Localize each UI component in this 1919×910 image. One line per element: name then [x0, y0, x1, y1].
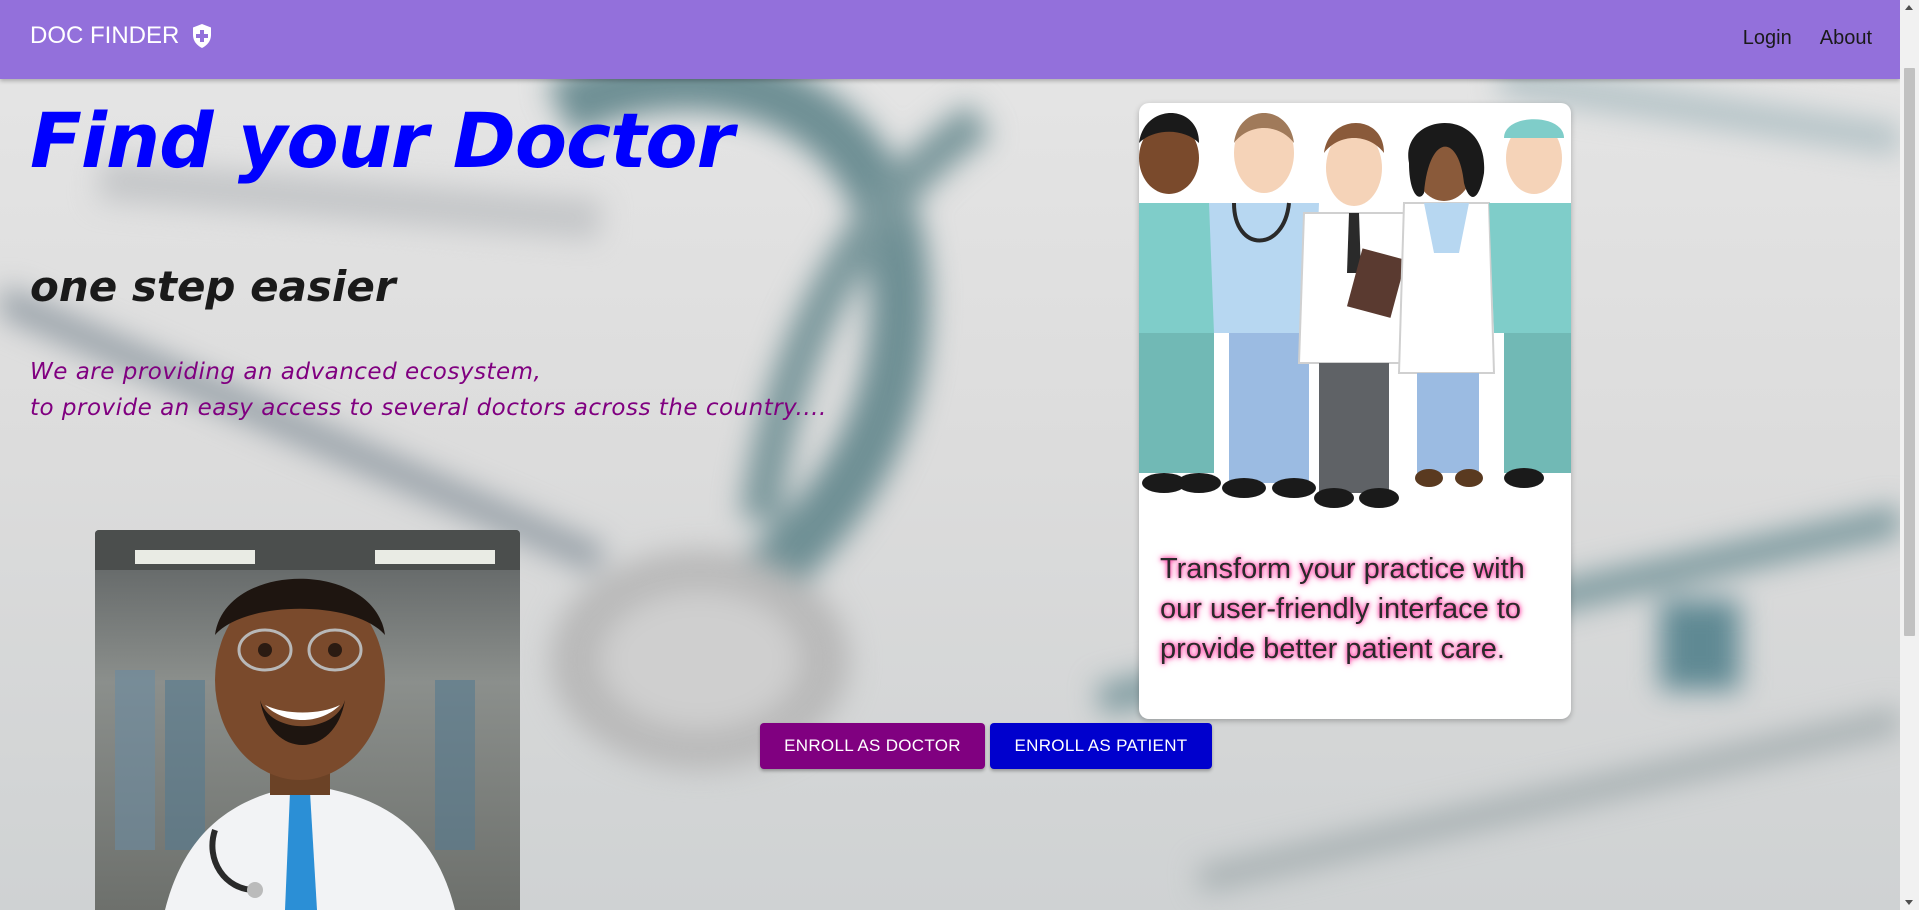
- card-text: Transform your practice with our user-fr…: [1160, 553, 1525, 665]
- shield-plus-icon: [193, 24, 212, 48]
- hero-title: Find your Doctor: [30, 96, 734, 185]
- brand-link[interactable]: DOC FINDER: [30, 22, 213, 50]
- nav-about-link[interactable]: About: [1820, 27, 1872, 50]
- doctor-portrait-image: [95, 530, 520, 910]
- app-bar: DOC FINDER Login About: [0, 0, 1900, 79]
- vertical-scrollbar[interactable]: [1900, 0, 1919, 910]
- doctors-group-illustration: [1139, 113, 1571, 508]
- hero-description: We are providing an advanced ecosystem, …: [30, 354, 827, 426]
- nav-login-link[interactable]: Login: [1743, 27, 1792, 50]
- brand-title: DOC FINDER: [30, 22, 180, 49]
- hero-description-line2: to provide an easy access to several doc…: [30, 395, 827, 421]
- info-card: Transform your practice with our user-fr…: [1139, 103, 1571, 719]
- enroll-doctor-button[interactable]: ENROLL AS DOCTOR: [760, 723, 985, 769]
- hero-description-line1: We are providing an advanced ecosystem,: [30, 359, 542, 385]
- hero-subtitle: one step easier: [30, 262, 396, 311]
- scrollbar-thumb[interactable]: [1904, 68, 1915, 636]
- scroll-down-arrow-icon[interactable]: [1905, 900, 1913, 905]
- top-nav: Login About: [1743, 27, 1872, 50]
- enroll-patient-button[interactable]: ENROLL AS PATIENT: [990, 723, 1212, 769]
- scroll-up-arrow-icon[interactable]: [1905, 5, 1913, 10]
